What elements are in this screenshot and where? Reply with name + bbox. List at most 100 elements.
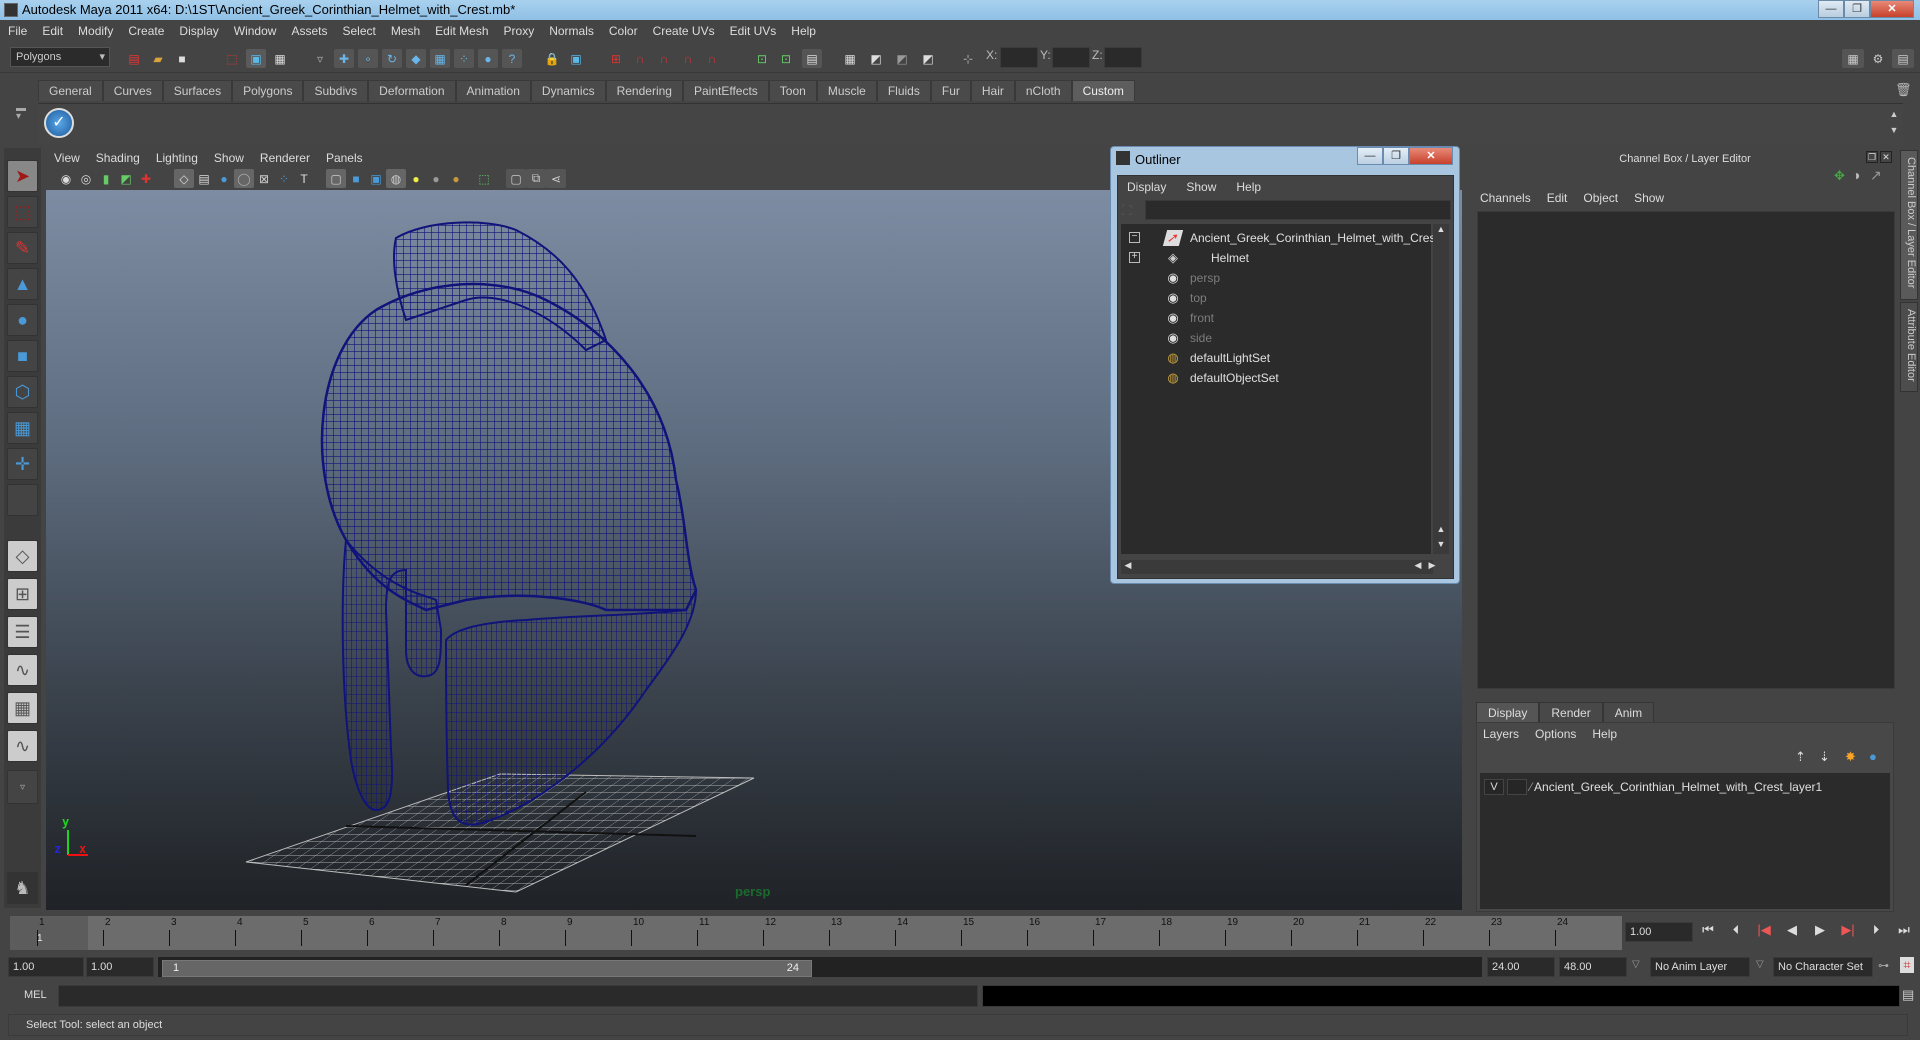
render-settings-icon[interactable]: ◩	[918, 49, 938, 68]
x-field[interactable]	[1000, 47, 1038, 68]
vp-menu-panels[interactable]: Panels	[326, 151, 363, 165]
start-time-field[interactable]: 1.00	[8, 957, 84, 977]
select-dynamics-icon[interactable]: ⁘	[454, 49, 474, 68]
go-to-start-icon[interactable]: ⏮	[1698, 922, 1718, 942]
speed-icon[interactable]: ◑	[1852, 167, 1860, 183]
layer-type-toggle[interactable]	[1507, 779, 1527, 795]
snap-curve-icon[interactable]: ∩	[630, 49, 650, 68]
step-forward-key-icon[interactable]: ⏵	[1866, 922, 1886, 942]
scroll-up-icon[interactable]: ▲	[1434, 224, 1448, 238]
scroll-up-icon[interactable]: ▲	[1434, 524, 1448, 538]
expand-toggle[interactable]: +	[1129, 252, 1140, 263]
field-chart-icon[interactable]: ⊠	[254, 169, 274, 188]
minimize-button[interactable]: —	[1818, 0, 1844, 18]
vp-menu-shading[interactable]: Shading	[96, 151, 140, 165]
persp-graph-hypergraph-layout-icon[interactable]: ∿	[7, 730, 38, 762]
last-tool-slot[interactable]	[7, 484, 38, 516]
snap-view-plane-icon[interactable]: ∩	[678, 49, 698, 68]
move-layer-down-icon[interactable]: ⇣	[1819, 749, 1830, 765]
menu-create[interactable]: Create	[128, 24, 164, 38]
cb-menu-edit[interactable]: Edit	[1547, 191, 1568, 205]
shadows-icon[interactable]: ●	[426, 169, 446, 188]
close-panel-icon[interactable]: ✕	[1880, 151, 1892, 163]
input-line-mode-icon[interactable]: ⊹	[958, 49, 978, 68]
mel-input[interactable]	[58, 985, 978, 1007]
highlight-selection-icon[interactable]: ▣	[566, 49, 586, 68]
playback-start-field[interactable]: 1.00	[86, 957, 154, 977]
xray-joints-icon[interactable]: ⋖	[546, 169, 566, 188]
character-set-dropdown-icon[interactable]: ▽	[1756, 959, 1764, 970]
tool-settings-toggle-icon[interactable]: ⚙	[1868, 49, 1888, 68]
persp-outliner-layout-icon[interactable]: ☰	[7, 616, 38, 648]
select-rendering-icon[interactable]: ●	[478, 49, 498, 68]
outliner-menu-help[interactable]: Help	[1236, 180, 1261, 194]
outliner-horizontal-scrollbar[interactable]: ◀ ◀ ▶	[1121, 560, 1435, 574]
single-perspective-layout-icon[interactable]: ◇	[7, 540, 38, 572]
outliner-item[interactable]: ◉ persp	[1121, 268, 1421, 288]
open-scene-icon[interactable]: ▰	[148, 49, 168, 68]
outliner-maximize-button[interactable]: ❐	[1383, 147, 1409, 165]
use-all-lights-icon[interactable]: ●	[406, 169, 426, 188]
scroll-down-icon[interactable]: ▼	[1434, 539, 1448, 553]
trash-icon[interactable]: 🗑	[1895, 82, 1912, 98]
menu-set-dropdown[interactable]: Polygons	[10, 47, 110, 67]
select-curves-icon[interactable]: ↻	[382, 49, 402, 68]
step-forward-frame-icon[interactable]: ▶|	[1838, 922, 1858, 942]
menu-normals[interactable]: Normals	[549, 24, 594, 38]
layer-visibility-toggle[interactable]: V	[1484, 779, 1504, 795]
outliner-filter-input[interactable]	[1145, 200, 1451, 220]
snap-point-icon[interactable]: ∩	[654, 49, 674, 68]
y-field[interactable]	[1052, 47, 1090, 68]
layer-tab-render[interactable]: Render	[1539, 702, 1603, 722]
rotate-tool-icon[interactable]: ●	[7, 304, 38, 336]
shelf-tab-deformation[interactable]: Deformation	[368, 80, 456, 101]
input-ops-icon[interactable]: ⊡	[752, 49, 772, 68]
collapse-toggle[interactable]: −	[1129, 232, 1140, 243]
current-time-field[interactable]: 1.00	[1625, 922, 1693, 942]
range-slider[interactable]: 1 24	[158, 957, 1482, 977]
move-layer-up-icon[interactable]: ⇡	[1795, 749, 1806, 765]
shelf-tab-custom[interactable]: Custom	[1071, 80, 1135, 101]
shelf-tab-hair[interactable]: Hair	[970, 80, 1015, 101]
isolate-select-icon[interactable]: ⬚	[474, 169, 494, 188]
film-gate-icon[interactable]: ▤	[194, 169, 214, 188]
render-frame-icon[interactable]: ◩	[866, 49, 886, 68]
outliner-menu-display[interactable]: Display	[1127, 180, 1166, 194]
show-manipulator-icon[interactable]: ✛	[7, 448, 38, 480]
save-scene-icon[interactable]: ■	[172, 49, 192, 68]
textured-icon[interactable]: ◍	[386, 169, 406, 188]
shelf-tab-ncloth[interactable]: nCloth	[1014, 80, 1072, 101]
time-slider[interactable]: 1 1 2 3 4 5 6 7 8 9 10 11 12 13 14 15 16 17 18 19 20 21 22 23 2…	[10, 916, 1622, 950]
grid-toggle-icon[interactable]: ◇	[174, 169, 194, 188]
layer-menu-help[interactable]: Help	[1592, 727, 1617, 741]
anim-layer-dropdown[interactable]: No Anim Layer	[1650, 957, 1750, 977]
wireframe-icon[interactable]: ▢	[326, 169, 346, 188]
universal-manipulator-icon[interactable]: ⬡	[7, 376, 38, 408]
image-plane-icon[interactable]: ◩	[116, 169, 136, 188]
create-layer-from-selected-icon[interactable]: ●	[1869, 749, 1877, 764]
make-live-icon[interactable]: ∩	[702, 49, 722, 68]
shelf-tab-polygons[interactable]: Polygons	[232, 80, 304, 101]
shelf-tab-animation[interactable]: Animation	[455, 80, 531, 101]
layout-more-dropdown[interactable]: ▿	[7, 770, 38, 804]
select-hierarchy-icon[interactable]: ⬚	[222, 49, 242, 68]
side-tab-attribute-editor[interactable]: Attribute Editor	[1900, 302, 1918, 392]
menu-help[interactable]: Help	[791, 24, 816, 38]
shelf-check-button[interactable]: ✓	[44, 108, 74, 138]
menu-edit[interactable]: Edit	[42, 24, 63, 38]
helmet-wireframe[interactable]	[320, 221, 698, 826]
layer-menu-layers[interactable]: Layers	[1483, 727, 1519, 741]
script-editor-icon[interactable]: ▤	[1902, 987, 1914, 1003]
character-set-dropdown[interactable]: No Character Set	[1773, 957, 1873, 977]
layer-tab-anim[interactable]: Anim	[1602, 702, 1655, 722]
channel-box-toggle-icon[interactable]: ▤	[1892, 49, 1914, 68]
outliner-vertical-scrollbar[interactable]: ▲ ▲ ▼	[1433, 224, 1449, 554]
outliner-item[interactable]: ◍ defaultLightSet	[1121, 348, 1421, 368]
shelf-tab-rendering[interactable]: Rendering	[605, 80, 683, 101]
menu-modify[interactable]: Modify	[78, 24, 113, 38]
select-tool-icon[interactable]: ➤	[7, 160, 38, 192]
menu-assets[interactable]: Assets	[291, 24, 327, 38]
scroll-left-icon[interactable]: ◀	[1411, 560, 1425, 574]
construction-history-icon[interactable]: ▤	[802, 49, 822, 68]
shelf-tab-painteffects[interactable]: PaintEffects	[682, 80, 769, 101]
